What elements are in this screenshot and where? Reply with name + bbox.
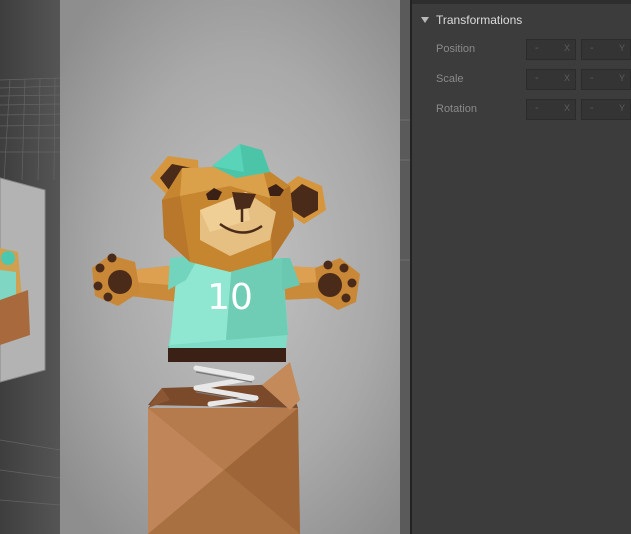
position-x-axis-label: X: [563, 43, 570, 53]
scale-x-axis-label: X: [563, 73, 570, 83]
3d-viewport[interactable]: 10: [0, 0, 410, 534]
rotation-x-field[interactable]: - X: [526, 99, 576, 120]
position-y-field[interactable]: - Y: [581, 39, 631, 60]
inspector-panel: Transformations Position - X - Y Scale -…: [412, 0, 631, 534]
scale-y-value: -: [590, 72, 594, 84]
panel-top-border: [412, 0, 631, 4]
section-title: Transformations: [436, 13, 523, 27]
scale-y-axis-label: Y: [618, 73, 625, 83]
position-label: Position: [436, 43, 476, 55]
shirt-number: 10: [207, 277, 253, 318]
position-x-value: -: [535, 42, 539, 54]
rotation-x-axis-label: X: [563, 103, 570, 113]
scale-y-field[interactable]: - Y: [581, 69, 631, 90]
position-x-field[interactable]: - X: [526, 39, 576, 60]
rotation-row: Rotation - X - Y: [412, 99, 631, 121]
rotation-y-value: -: [590, 102, 594, 114]
position-row: Position - X - Y: [412, 39, 631, 61]
secondary-preview-panel: [0, 177, 46, 383]
box-mesh: [148, 362, 300, 534]
torso-base: [168, 346, 286, 362]
position-y-value: -: [590, 42, 594, 54]
rotation-y-field[interactable]: - Y: [581, 99, 631, 120]
scene-canvas: 10: [0, 0, 410, 534]
rotation-label: Rotation: [436, 103, 477, 115]
scale-row: Scale - X - Y: [412, 69, 631, 91]
rotation-x-value: -: [535, 102, 539, 114]
scale-x-value: -: [535, 72, 539, 84]
position-y-axis-label: Y: [618, 43, 625, 53]
scale-label: Scale: [436, 73, 464, 85]
transformations-section-header[interactable]: Transformations: [412, 10, 631, 30]
scale-x-field[interactable]: - X: [526, 69, 576, 90]
collapse-arrow-icon[interactable]: [421, 17, 429, 23]
rotation-y-axis-label: Y: [618, 103, 625, 113]
